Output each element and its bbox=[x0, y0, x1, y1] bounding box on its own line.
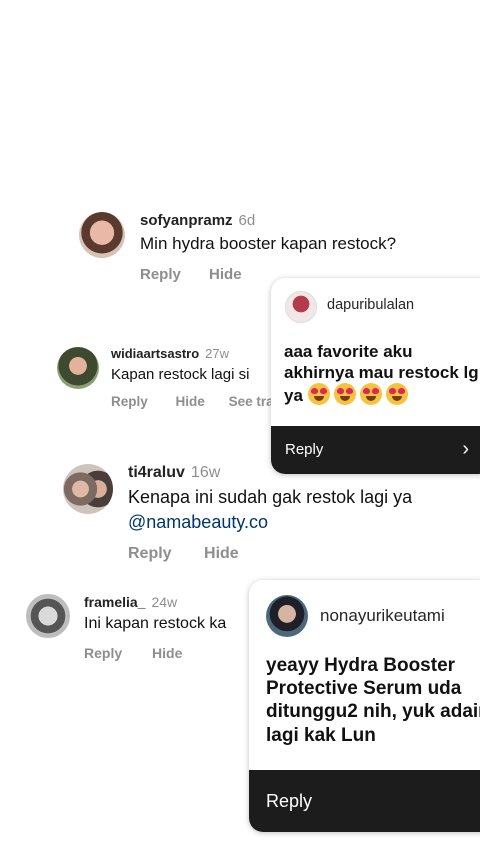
comment-actions: Reply Hide bbox=[128, 545, 239, 563]
comment-time: 16w bbox=[190, 464, 221, 481]
comment-text: Kapan restock lagi si bbox=[111, 366, 250, 383]
reply-label: Reply bbox=[266, 791, 313, 811]
heart-eyes-emoji bbox=[307, 383, 412, 406]
avatar[interactable] bbox=[79, 212, 125, 258]
comment-username[interactable]: widiaartsastro 27w bbox=[111, 346, 229, 361]
card-username[interactable]: dapuribulalan bbox=[327, 297, 414, 313]
comment-time: 24w bbox=[151, 594, 178, 610]
comment-username[interactable]: sofyanpramz 6d bbox=[140, 212, 255, 229]
comment-card: dapuribulalan aaa favorite aku akhirnya … bbox=[271, 278, 480, 474]
card-username[interactable]: nonayurikeutami bbox=[320, 606, 445, 626]
card-text: yeayy Hydra Booster Protective Serum uda… bbox=[266, 655, 480, 746]
comment-actions: Reply Hide See tra bbox=[111, 394, 274, 409]
reply-button[interactable]: Reply bbox=[140, 266, 181, 283]
mention-link[interactable]: @namabeauty.co bbox=[128, 512, 268, 533]
reply-button[interactable]: Reply bbox=[84, 645, 122, 661]
hide-button[interactable]: Hide bbox=[209, 266, 242, 283]
comment-time: 27w bbox=[205, 346, 230, 361]
avatar[interactable] bbox=[57, 347, 99, 389]
hide-button[interactable]: Hide bbox=[204, 545, 239, 563]
comment-time: 6d bbox=[238, 212, 256, 229]
reply-button[interactable]: Reply bbox=[128, 545, 172, 563]
avatar[interactable] bbox=[285, 291, 317, 323]
comment-text: Kenapa ini sudah gak restok lagi ya bbox=[128, 487, 413, 507]
comment-actions: Reply Hide bbox=[84, 645, 182, 661]
card-reply-bar[interactable]: Reply › bbox=[271, 426, 480, 474]
comment-username[interactable]: ti4raluv 16w bbox=[128, 464, 220, 482]
reply-button[interactable]: Reply bbox=[111, 394, 148, 409]
comment-card: nonayurikeutami yeayy Hydra Booster Prot… bbox=[249, 580, 480, 832]
card-text: aaa favorite aku akhirnya mau restock lg… bbox=[284, 342, 479, 406]
comment-text: Ini kapan restock ka bbox=[84, 615, 227, 632]
avatar[interactable] bbox=[63, 464, 113, 514]
comment-actions: Reply Hide bbox=[140, 266, 242, 283]
hide-button[interactable]: Hide bbox=[176, 394, 205, 409]
see-translation-button[interactable]: See tra bbox=[229, 394, 274, 409]
chevron-right-icon: › bbox=[462, 438, 469, 460]
comment-username[interactable]: framelia_ 24w bbox=[84, 594, 177, 610]
card-reply-bar[interactable]: Reply bbox=[249, 770, 480, 832]
hide-button[interactable]: Hide bbox=[152, 645, 182, 661]
avatar[interactable] bbox=[266, 595, 308, 637]
avatar[interactable] bbox=[26, 594, 70, 638]
comment-text: Min hydra booster kapan restock? bbox=[140, 234, 397, 253]
reply-label: Reply bbox=[285, 441, 324, 458]
